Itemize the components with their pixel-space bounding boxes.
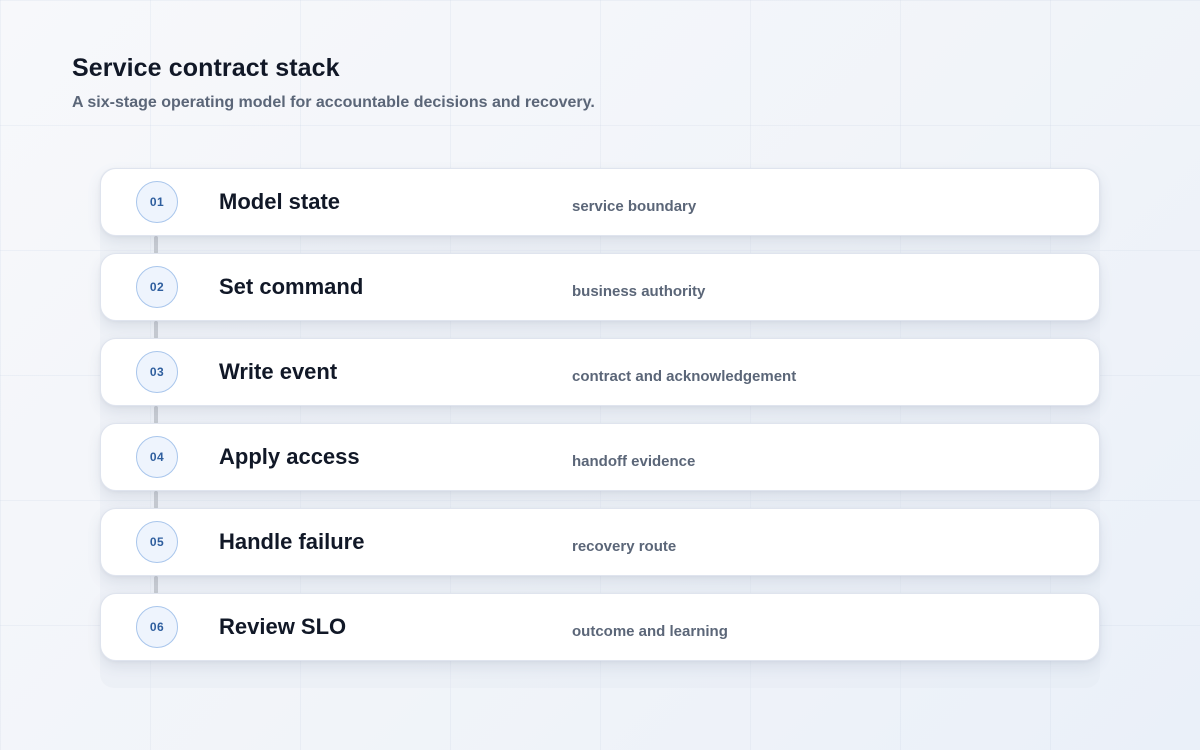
stage-title: Model state — [219, 189, 341, 214]
stage-number-badge: 04 — [136, 436, 178, 478]
stage-connector — [154, 236, 158, 254]
stage-note: business authority — [572, 283, 706, 300]
page-header: Service contract stack A six-stage opera… — [72, 52, 595, 114]
stage-connector — [154, 491, 158, 509]
stage-card-5: 05 Handle failure recovery route — [100, 508, 1100, 576]
stage-number-badge: 02 — [136, 266, 178, 308]
stage-connector — [154, 406, 158, 424]
stage-note: recovery route — [572, 538, 677, 555]
stage-card-3: 03 Write event contract and acknowledgem… — [100, 338, 1100, 406]
stage-note: handoff evidence — [572, 453, 696, 470]
page-title: Service contract stack — [72, 54, 340, 82]
stage-title: Apply access — [219, 444, 360, 469]
stage-number-badge: 06 — [136, 606, 178, 648]
stage-note: service boundary — [572, 198, 697, 215]
stage-title: Write event — [219, 359, 338, 384]
stage-connector — [154, 321, 158, 339]
stage-number-badge: 01 — [136, 181, 178, 223]
stage-title: Handle failure — [219, 529, 365, 554]
stage-title: Set command — [219, 274, 364, 299]
stage-note: contract and acknowledgement — [572, 368, 797, 385]
stage-title: Review SLO — [219, 614, 347, 639]
stage-card-4: 04 Apply access handoff evidence — [100, 423, 1100, 491]
stage-card-2: 02 Set command business authority — [100, 253, 1100, 321]
stage-card-6: 06 Review SLO outcome and learning — [100, 593, 1100, 661]
stage-note: outcome and learning — [572, 623, 728, 640]
stage-number-badge: 03 — [136, 351, 178, 393]
stage-card-1: 01 Model state service boundary — [100, 168, 1100, 236]
page-subtitle: A six-stage operating model for accounta… — [72, 94, 595, 111]
stage-connector — [154, 576, 158, 594]
stage-number-badge: 05 — [136, 521, 178, 563]
